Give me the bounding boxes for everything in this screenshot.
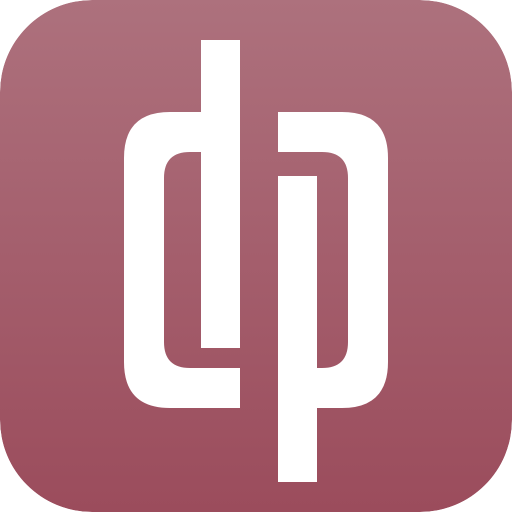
right-stem [278, 176, 317, 482]
app-icon[interactable] [0, 0, 512, 512]
app-logo-icon [0, 0, 512, 512]
left-stem [201, 40, 240, 348]
icon-background [0, 0, 512, 512]
